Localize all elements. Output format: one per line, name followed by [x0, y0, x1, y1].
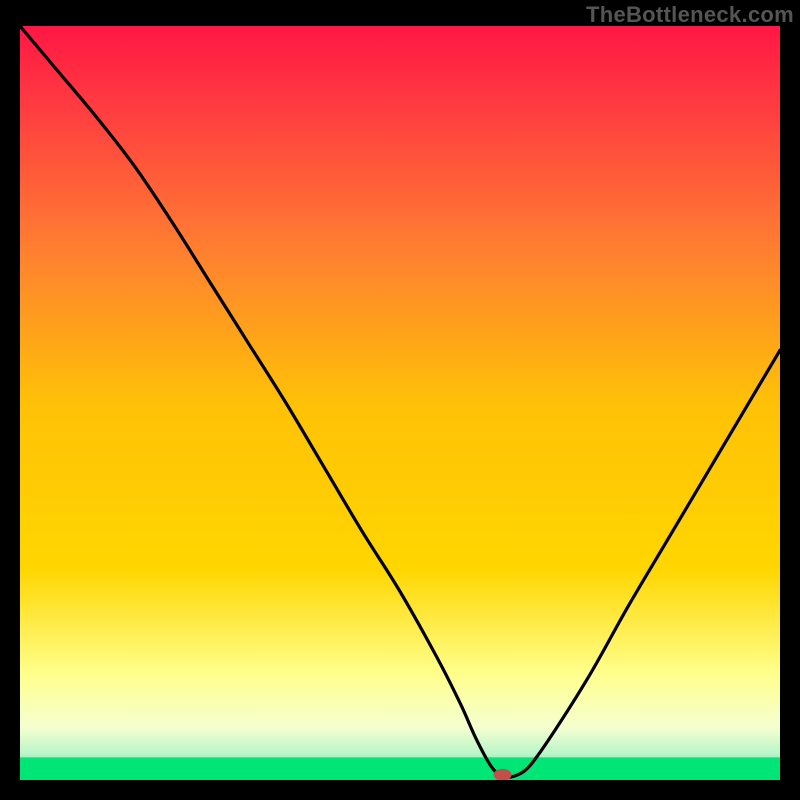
gradient-background [20, 26, 780, 780]
watermark-text: TheBottleneck.com [586, 2, 794, 28]
plot-svg [20, 26, 780, 780]
plot-area [20, 26, 780, 780]
green-band [20, 757, 780, 780]
chart-frame: TheBottleneck.com [0, 0, 800, 800]
